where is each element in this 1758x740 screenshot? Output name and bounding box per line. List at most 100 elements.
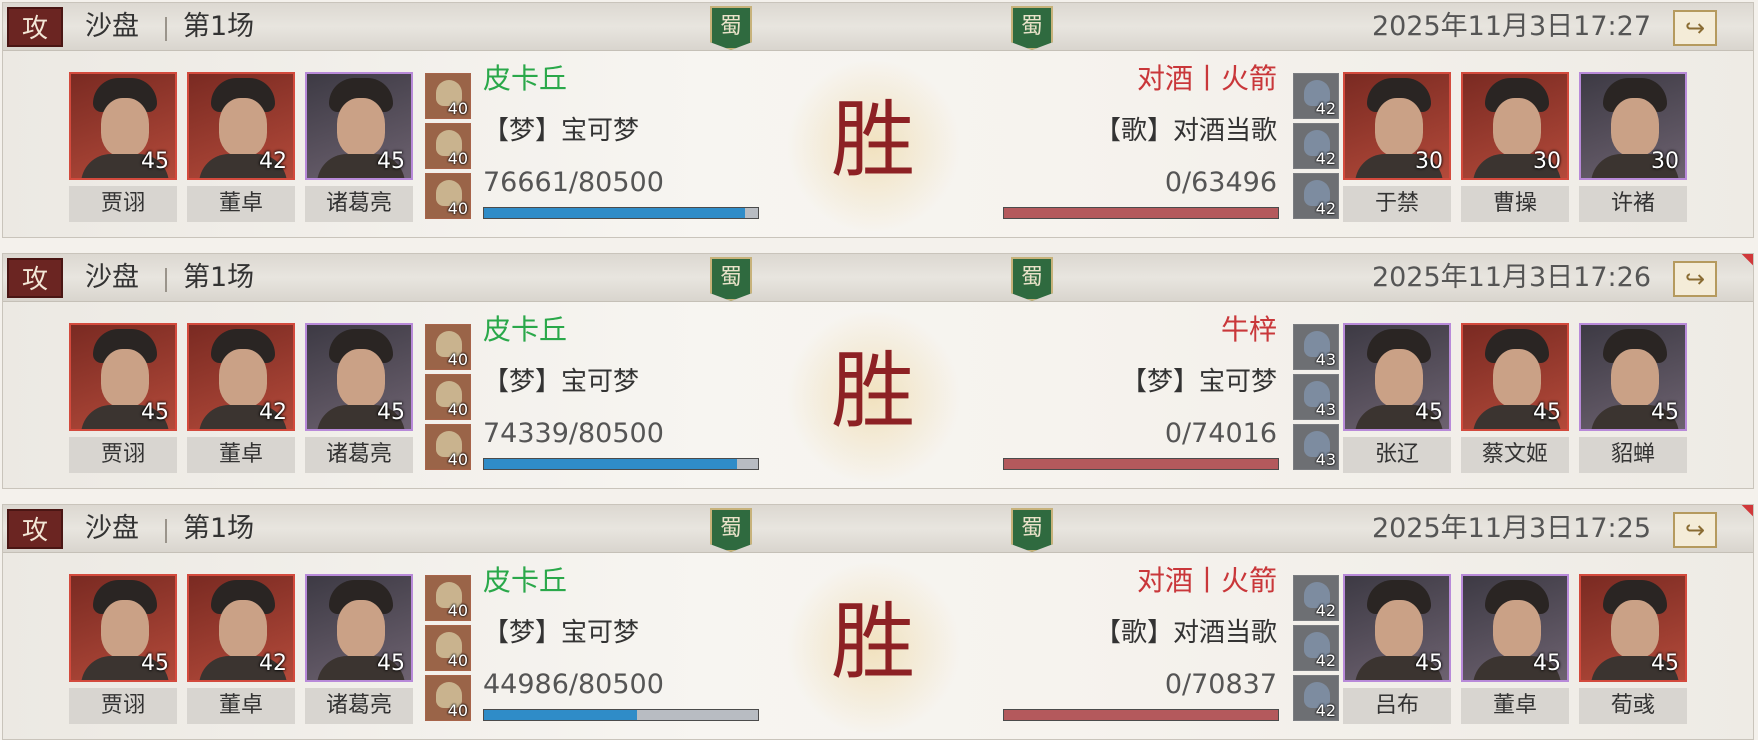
record-header: 攻 沙盘 第1场 蜀 蜀 2025年11月3日17:25 ↪ — [3, 505, 1753, 553]
battle-mode: 沙盘 — [85, 262, 139, 293]
hero-card[interactable]: 45 貂蝉 — [1579, 323, 1687, 473]
battle-mode: 沙盘 — [85, 11, 139, 42]
guild-name: 【歌】对酒当歌 — [1094, 116, 1277, 146]
shu-banner-icon: 蜀 — [710, 508, 752, 552]
player-name: 皮卡丘 — [483, 564, 568, 597]
hero-portrait: 42 — [187, 574, 295, 682]
shu-banner-icon: 蜀 — [1011, 6, 1053, 50]
hero-level: 30 — [1415, 149, 1443, 174]
hero-portrait: 45 — [69, 323, 177, 431]
hero-card[interactable]: 45 董卓 — [1461, 574, 1569, 724]
troop-icon: 43 — [1293, 424, 1339, 470]
hero-card[interactable]: 42 董卓 — [187, 72, 295, 222]
hero-card[interactable]: 45 张辽 — [1343, 323, 1451, 473]
hero-card[interactable]: 45 蔡文姬 — [1461, 323, 1569, 473]
hero-name: 诸葛亮 — [305, 688, 413, 724]
player-name: 皮卡丘 — [483, 313, 568, 346]
result-label: 胜 — [830, 91, 915, 189]
hero-card[interactable]: 45 诸葛亮 — [305, 72, 413, 222]
hero-portrait: 42 — [187, 72, 295, 180]
hero-portrait: 45 — [305, 574, 413, 682]
troop-icon: 43 — [1293, 374, 1339, 420]
hero-portrait: 45 — [305, 323, 413, 431]
hero-card[interactable]: 45 贾诩 — [69, 574, 177, 724]
hero-card[interactable]: 45 诸葛亮 — [305, 323, 413, 473]
hp-bar — [483, 458, 759, 470]
battle-record[interactable]: 攻 沙盘 第1场 蜀 蜀 2025年11月3日17:26 ↪ 45 贾诩 42 … — [2, 253, 1754, 489]
hero-card[interactable]: 45 荀彧 — [1579, 574, 1687, 724]
hero-level: 45 — [1415, 400, 1443, 425]
hp-bar-fill — [484, 710, 638, 720]
result-label: 胜 — [830, 342, 915, 440]
troop-level: 40 — [447, 99, 468, 118]
hero-level: 45 — [1651, 651, 1679, 676]
hero-card[interactable]: 45 贾诩 — [69, 323, 177, 473]
hero-card[interactable]: 42 董卓 — [187, 323, 295, 473]
hero-name: 许褚 — [1579, 186, 1687, 222]
troop-level: 40 — [447, 651, 468, 670]
player-name: 对酒丨火箭 — [1136, 62, 1277, 95]
hp-text: 76661/80500 — [483, 167, 664, 198]
hero-name: 蔡文姬 — [1461, 437, 1569, 473]
troop-icon: 40 — [425, 173, 471, 219]
share-icon[interactable]: ↪ — [1673, 261, 1717, 297]
hero-card[interactable]: 42 董卓 — [187, 574, 295, 724]
troop-level: 40 — [447, 199, 468, 218]
troop-level: 40 — [447, 701, 468, 720]
hero-card[interactable]: 45 诸葛亮 — [305, 574, 413, 724]
record-header: 攻 沙盘 第1场 蜀 蜀 2025年11月3日17:26 ↪ — [3, 254, 1753, 302]
hero-name: 贾诩 — [69, 688, 177, 724]
guild-name: 【歌】对酒当歌 — [1094, 618, 1277, 648]
troop-icon: 42 — [1293, 625, 1339, 671]
hero-name: 诸葛亮 — [305, 186, 413, 222]
troop-icon: 42 — [1293, 73, 1339, 119]
troop-level: 40 — [447, 400, 468, 419]
battle-record[interactable]: 攻 沙盘 第1场 蜀 蜀 2025年11月3日17:27 ↪ 45 贾诩 42 … — [2, 2, 1754, 238]
battle-round: 第1场 — [183, 262, 255, 293]
hero-portrait: 30 — [1579, 72, 1687, 180]
troop-level: 40 — [447, 149, 468, 168]
hero-name: 张辽 — [1343, 437, 1451, 473]
battle-record[interactable]: 攻 沙盘 第1场 蜀 蜀 2025年11月3日17:25 ↪ 45 贾诩 42 … — [2, 504, 1754, 740]
troop-level: 42 — [1315, 99, 1336, 118]
hero-level: 45 — [377, 149, 405, 174]
hp-text: 74339/80500 — [483, 418, 664, 449]
hp-bar-fill — [484, 208, 745, 218]
troop-icon: 42 — [1293, 675, 1339, 721]
troop-icon: 40 — [425, 123, 471, 169]
share-icon[interactable]: ↪ — [1673, 10, 1717, 46]
hero-name: 于禁 — [1343, 186, 1451, 222]
hero-card[interactable]: 45 吕布 — [1343, 574, 1451, 724]
hp-bar-fill — [1004, 208, 1278, 218]
hero-level: 45 — [1415, 651, 1443, 676]
hp-text: 0/74016 — [1164, 418, 1277, 449]
hero-name: 贾诩 — [69, 186, 177, 222]
hero-name: 吕布 — [1343, 688, 1451, 724]
hero-level: 30 — [1651, 149, 1679, 174]
hero-card[interactable]: 30 许褚 — [1579, 72, 1687, 222]
hero-name: 貂蝉 — [1579, 437, 1687, 473]
battle-round: 第1场 — [183, 513, 255, 544]
hero-card[interactable]: 30 于禁 — [1343, 72, 1451, 222]
hp-bar — [483, 207, 759, 219]
hero-level: 45 — [1533, 651, 1561, 676]
hero-card[interactable]: 45 贾诩 — [69, 72, 177, 222]
hero-portrait: 45 — [1343, 574, 1451, 682]
hp-text: 0/63496 — [1164, 167, 1277, 198]
hero-card[interactable]: 30 曹操 — [1461, 72, 1569, 222]
hp-bar-fill — [484, 459, 737, 469]
troop-level: 40 — [447, 601, 468, 620]
hero-level: 30 — [1533, 149, 1561, 174]
troop-level: 43 — [1315, 450, 1336, 469]
player-name: 牛梓 — [1220, 313, 1277, 346]
divider — [165, 519, 167, 543]
share-icon[interactable]: ↪ — [1673, 512, 1717, 548]
hero-name: 董卓 — [187, 688, 295, 724]
hp-bar — [1003, 207, 1279, 219]
troop-level: 42 — [1315, 701, 1336, 720]
hero-name: 曹操 — [1461, 186, 1569, 222]
hero-name: 荀彧 — [1579, 688, 1687, 724]
result-label: 胜 — [830, 593, 915, 691]
troop-level: 42 — [1315, 149, 1336, 168]
troop-level: 42 — [1315, 651, 1336, 670]
